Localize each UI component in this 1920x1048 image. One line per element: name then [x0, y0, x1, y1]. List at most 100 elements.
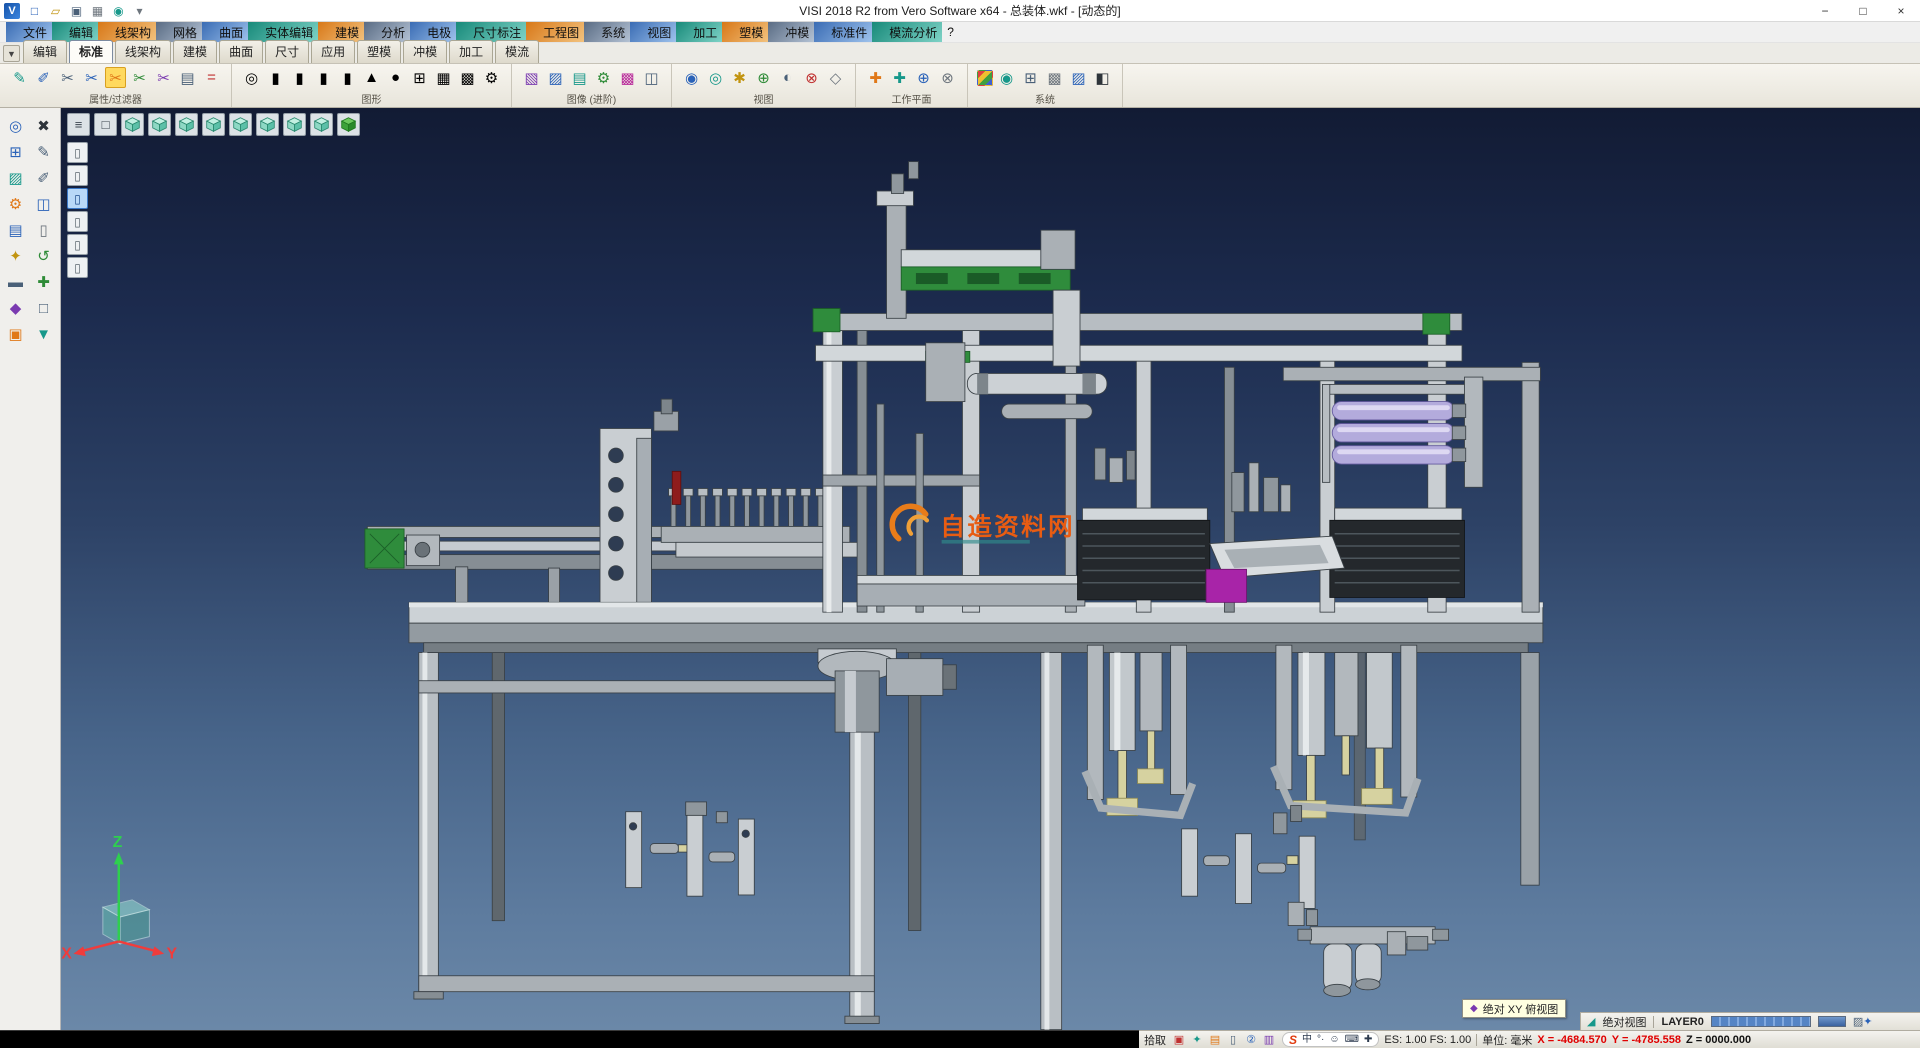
- ribbon-tab[interactable]: 塑模: [357, 40, 401, 63]
- quickbar-more-icon[interactable]: ▾: [130, 2, 149, 19]
- render-shaded-icon[interactable]: ▨: [545, 67, 566, 88]
- render-compare-icon[interactable]: ◫: [641, 67, 662, 88]
- cylinder-selected-icon[interactable]: ▮: [337, 67, 358, 88]
- menu-item[interactable]: 工程图: [526, 22, 584, 42]
- maximize-button[interactable]: □: [1844, 0, 1882, 21]
- menu-item[interactable]: 建模: [318, 22, 364, 42]
- zoom-select-icon[interactable]: ◎: [3, 114, 28, 138]
- alert-status-icon[interactable]: ▣: [1171, 1032, 1187, 1047]
- workplane-new-icon[interactable]: ✚: [865, 67, 886, 88]
- menu-item[interactable]: 冲模: [768, 22, 814, 42]
- add-element-icon[interactable]: ✚: [31, 270, 56, 294]
- clipboard-status-icon[interactable]: ▯: [1225, 1032, 1241, 1047]
- folder-status-icon[interactable]: ▤: [1207, 1032, 1223, 1047]
- ribbon-tab[interactable]: 标准: [69, 40, 113, 63]
- layer-selector[interactable]: LAYER0: [1661, 1016, 1703, 1028]
- block-stack-icon[interactable]: ▦: [433, 67, 454, 88]
- print-icon[interactable]: ▦: [88, 2, 107, 19]
- 3d-viewport[interactable]: 自造资料网 Z X Y ≡: [61, 108, 1920, 1030]
- box-primitive-icon[interactable]: ⊞: [409, 67, 430, 88]
- zoom-window-icon[interactable]: ◎: [705, 67, 726, 88]
- match-properties-icon[interactable]: =: [201, 67, 222, 88]
- workplane-align-icon[interactable]: ✚: [889, 67, 910, 88]
- view-back-icon[interactable]: [229, 113, 252, 136]
- viewport-clip-1-icon[interactable]: ▯: [67, 142, 88, 163]
- workplane-origin-icon[interactable]: ⊕: [913, 67, 934, 88]
- delete-icon[interactable]: ✖: [31, 114, 56, 138]
- saved-views-icon[interactable]: ▼: [31, 322, 56, 346]
- ribbon-tab[interactable]: 编辑: [23, 40, 67, 63]
- view-bottom-icon[interactable]: [256, 113, 279, 136]
- extrude-icon[interactable]: ▬: [3, 270, 28, 294]
- hide-elements-icon[interactable]: ⊗: [801, 67, 822, 88]
- menu-item[interactable]: 电极: [410, 22, 456, 42]
- tab-dropdown-icon[interactable]: ▼: [3, 45, 20, 62]
- menu-item[interactable]: 文件: [6, 22, 52, 42]
- filter-all-icon[interactable]: ✂: [57, 67, 78, 88]
- view-mode-button[interactable]: 绝对视图: [1602, 1014, 1646, 1030]
- view-right-icon[interactable]: [175, 113, 198, 136]
- open-file-icon[interactable]: ▱: [46, 2, 65, 19]
- render-material-icon[interactable]: ▩: [617, 67, 638, 88]
- pan-view-icon[interactable]: ⊕: [753, 67, 774, 88]
- selection-mini-icon[interactable]: ✦: [1863, 1016, 1872, 1028]
- view-front-icon[interactable]: [148, 113, 171, 136]
- clipboard-icon[interactable]: ▯: [31, 218, 56, 242]
- sketch-pencil-icon[interactable]: ✎: [31, 140, 56, 164]
- ribbon-tab[interactable]: 模流: [495, 40, 539, 63]
- view-options-icon[interactable]: ◇: [825, 67, 846, 88]
- menu-item[interactable]: 网格: [156, 22, 202, 42]
- mesh-block-icon[interactable]: ▩: [457, 67, 478, 88]
- ribbon-tab[interactable]: 尺寸: [265, 40, 309, 63]
- view-iso-icon[interactable]: [283, 113, 306, 136]
- viewport-clip-5-icon[interactable]: ▯: [67, 234, 88, 255]
- notes-icon[interactable]: □: [31, 296, 56, 320]
- annotate-icon[interactable]: ✐: [31, 166, 56, 190]
- ribbon-tab[interactable]: 建模: [173, 40, 217, 63]
- save-file-icon[interactable]: ▣: [67, 2, 86, 19]
- snap-grid-icon[interactable]: ⊞: [3, 140, 28, 164]
- zoom-all-icon[interactable]: ◉: [681, 67, 702, 88]
- snapshot-icon[interactable]: ⊞: [1020, 67, 1041, 88]
- workplane-popup[interactable]: ◆ 绝对 XY 俯视图: [1462, 999, 1566, 1018]
- viewport-clip-3-icon[interactable]: ▯: [67, 188, 88, 209]
- menu-item[interactable]: 加工: [676, 22, 722, 42]
- workplane-reset-icon[interactable]: ⊗: [937, 67, 958, 88]
- new-file-icon[interactable]: □: [25, 2, 44, 19]
- mirror-icon[interactable]: ◫: [31, 192, 56, 216]
- layers-icon[interactable]: ▤: [3, 218, 28, 242]
- filter-solids-icon[interactable]: ✂: [153, 67, 174, 88]
- filter-points-icon[interactable]: ✂: [81, 67, 102, 88]
- pick-mode-button[interactable]: 拾取: [1144, 1032, 1166, 1048]
- render-striped-icon[interactable]: ▧: [521, 67, 542, 88]
- ribbon-tab[interactable]: 线架构: [115, 40, 171, 63]
- menu-item[interactable]: 尺寸标注: [456, 22, 526, 42]
- edit-attributes-icon[interactable]: ✎: [9, 67, 30, 88]
- filter-curves-icon[interactable]: ✂: [105, 67, 126, 88]
- menu-item[interactable]: 曲面: [202, 22, 248, 42]
- undo-icon[interactable]: ↺: [31, 244, 56, 268]
- workplane-indicator-icon[interactable]: ◢: [1587, 1015, 1595, 1028]
- help-status-icon[interactable]: ②: [1243, 1032, 1259, 1047]
- sphere-primitive-icon[interactable]: ●: [385, 67, 406, 88]
- chart-status-icon[interactable]: ▥: [1261, 1032, 1277, 1047]
- ime-punctuation[interactable]: °·: [1317, 1035, 1324, 1045]
- cylinder-tall-icon[interactable]: ▮: [289, 67, 310, 88]
- ribbon-tab[interactable]: 冲模: [403, 40, 447, 63]
- cone-primitive-icon[interactable]: ▲: [361, 67, 382, 88]
- menu-item[interactable]: 线架构: [98, 22, 156, 42]
- cad-exchange-icon[interactable]: ▨: [1068, 67, 1089, 88]
- ime-chinese-mode[interactable]: 中: [1302, 1035, 1312, 1045]
- transform-gear-icon[interactable]: ⚙: [3, 192, 28, 216]
- ime-emoji-icon[interactable]: ☺: [1329, 1035, 1339, 1045]
- layer-manager-icon[interactable]: ▤: [177, 67, 198, 88]
- grid-settings-icon[interactable]: ▩: [1044, 67, 1065, 88]
- menu-item[interactable]: 编辑: [52, 22, 98, 42]
- ribbon-tab[interactable]: 加工: [449, 40, 493, 63]
- render-mode-mini-icon[interactable]: ▨: [1853, 1016, 1863, 1028]
- color-scale-bar[interactable]: [1711, 1016, 1811, 1027]
- ime-logo-icon[interactable]: S: [1289, 1034, 1297, 1046]
- cylinder-primitive-icon[interactable]: ▮: [265, 67, 286, 88]
- ribbon-tab[interactable]: 曲面: [219, 40, 263, 63]
- screenshot-icon[interactable]: ◉: [109, 2, 128, 19]
